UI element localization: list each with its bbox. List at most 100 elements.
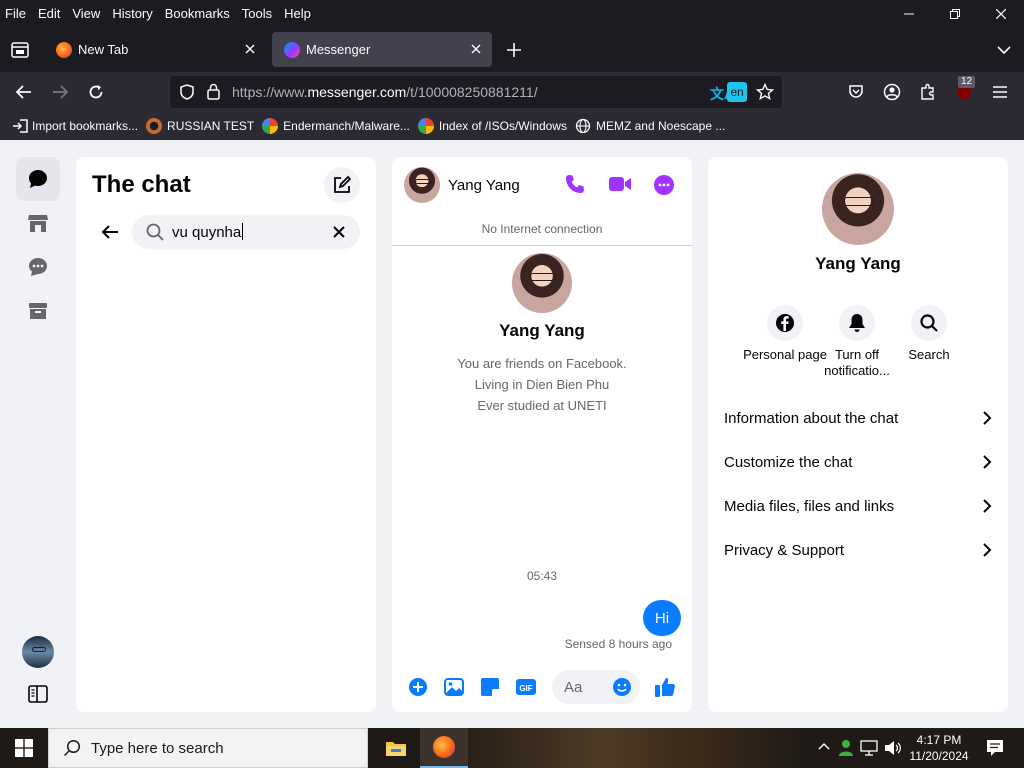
reload-icon — [89, 85, 103, 99]
search-input[interactable]: vu quynha — [132, 215, 360, 249]
volume-icon[interactable] — [884, 740, 902, 756]
star-icon[interactable] — [756, 83, 774, 101]
rail-requests-button[interactable] — [16, 245, 60, 289]
account-button[interactable] — [880, 80, 904, 104]
contact-name[interactable]: Yang Yang — [448, 177, 520, 194]
menu-edit[interactable]: Edit — [32, 3, 66, 25]
conversation-info-button[interactable] — [654, 175, 674, 195]
details-avatar[interactable] — [822, 173, 894, 245]
menu-bookmarks[interactable]: Bookmarks — [159, 3, 236, 25]
forward-button[interactable] — [48, 80, 72, 104]
details-row-privacy[interactable]: Privacy & Support — [724, 535, 992, 565]
bookmark-endermanch[interactable]: Endermanch/Malware... — [262, 118, 410, 134]
gif-button[interactable]: GIF — [515, 676, 537, 698]
shield-icon[interactable] — [180, 84, 194, 100]
tab-label: Messenger — [306, 42, 371, 57]
pocket-button[interactable] — [844, 80, 868, 104]
menu-file[interactable]: File — [0, 3, 32, 25]
menu-history[interactable]: History — [106, 3, 158, 25]
details-row-label: Media files, files and links — [724, 497, 895, 515]
video-camera-icon — [609, 177, 631, 191]
text-caret — [242, 223, 244, 240]
list-all-tabs-button[interactable] — [992, 38, 1016, 62]
svg-text:GIF: GIF — [519, 684, 532, 693]
taskbar-search-box[interactable]: Type here to search — [48, 728, 368, 768]
details-row-media[interactable]: Media files, files and links — [724, 491, 992, 521]
bookmark-russian-test[interactable]: RUSSIAN TEST — [146, 118, 254, 134]
details-name: Yang Yang — [815, 254, 901, 273]
rail-archive-button[interactable] — [16, 289, 60, 333]
clear-search-button[interactable] — [326, 219, 352, 245]
bookmark-label: Import bookmarks... — [32, 119, 139, 133]
message-bubble[interactable]: Hi — [643, 600, 681, 636]
search-conversation-action[interactable]: Search — [884, 305, 974, 363]
network-icon[interactable] — [860, 740, 878, 756]
menu-tools[interactable]: Tools — [236, 3, 278, 25]
close-icon — [333, 226, 345, 238]
search-value: vu quynha — [172, 223, 244, 241]
bookmark-index-isos[interactable]: Index of /ISOs/Windows — [417, 118, 567, 134]
start-button[interactable] — [0, 728, 48, 768]
thumbs-up-icon — [655, 678, 675, 697]
back-button[interactable] — [12, 80, 36, 104]
extensions-button[interactable] — [916, 80, 940, 104]
url-bar[interactable]: https://www.messenger.com/t/100008250881… — [170, 76, 782, 108]
profile-avatar[interactable] — [22, 636, 54, 668]
restore-icon — [950, 9, 960, 19]
new-tab-button[interactable] — [502, 38, 526, 62]
message-input-placeholder: Aa — [564, 679, 583, 696]
conversation-header: Yang Yang — [392, 157, 692, 213]
left-rail — [0, 140, 76, 728]
like-button[interactable] — [654, 676, 676, 698]
bookmark-label: RUSSIAN TEST — [167, 119, 255, 133]
action-label: Search — [908, 347, 950, 362]
tab-new-tab[interactable]: New Tab — [44, 32, 266, 67]
lock-icon[interactable] — [207, 83, 220, 100]
search-icon — [146, 223, 164, 241]
url-text[interactable]: https://www.messenger.com/t/100008250881… — [232, 84, 538, 100]
search-back-button[interactable] — [92, 214, 128, 250]
message-sent-status: Sensed 8 hours ago — [564, 637, 672, 651]
rail-marketplace-button[interactable] — [16, 201, 60, 245]
contact-avatar[interactable] — [404, 167, 440, 203]
new-message-button[interactable] — [324, 167, 360, 203]
sticker-button[interactable] — [479, 676, 501, 698]
taskbar-clock[interactable]: 4:17 PM 11/20/2024 — [904, 732, 974, 764]
bookmark-memz[interactable]: MEMZ and Noescape ... — [575, 118, 725, 134]
firefox-taskbar-button[interactable] — [420, 728, 468, 768]
app-menu-button[interactable] — [988, 80, 1012, 104]
translate-badge[interactable]: en — [727, 82, 747, 102]
chevron-right-icon — [983, 455, 992, 469]
video-call-button[interactable] — [608, 175, 632, 198]
audio-call-button[interactable] — [564, 173, 586, 200]
bookmark-import[interactable]: Import bookmarks... — [12, 119, 138, 133]
menu-help[interactable]: Help — [278, 3, 317, 25]
intro-avatar[interactable] — [512, 253, 572, 313]
firefox-view-icon — [11, 42, 29, 58]
emoji-button[interactable] — [611, 676, 633, 698]
extension-badge: 12 — [958, 76, 976, 88]
user-status-icon[interactable] — [838, 739, 854, 757]
chevron-up-icon[interactable] — [818, 742, 830, 750]
notifications-icon[interactable] — [986, 739, 1004, 757]
pocket-icon — [849, 85, 863, 98]
minimize-button[interactable] — [886, 0, 932, 28]
tab-messenger[interactable]: Messenger — [272, 32, 492, 67]
ublock-button[interactable]: 12 — [952, 76, 976, 104]
tab-close-button[interactable] — [468, 41, 484, 57]
close-window-button[interactable] — [978, 0, 1024, 28]
firefox-icon — [56, 41, 72, 58]
restore-button[interactable] — [932, 0, 978, 28]
rail-toggle-sidebar-button[interactable] — [16, 672, 60, 716]
bookmarks-toolbar: Import bookmarks... RUSSIAN TEST Enderma… — [0, 112, 1024, 140]
reload-button[interactable] — [84, 80, 108, 104]
more-actions-button[interactable] — [407, 676, 429, 698]
firefox-view-button[interactable] — [8, 38, 32, 62]
rail-chats-button[interactable] — [16, 157, 60, 201]
details-row-customize[interactable]: Customize the chat — [724, 447, 992, 477]
file-explorer-button[interactable] — [372, 728, 420, 768]
tab-close-button[interactable] — [242, 41, 258, 57]
menu-view[interactable]: View — [66, 3, 106, 25]
details-row-information[interactable]: Information about the chat — [724, 403, 992, 433]
attach-photo-button[interactable] — [443, 676, 465, 698]
